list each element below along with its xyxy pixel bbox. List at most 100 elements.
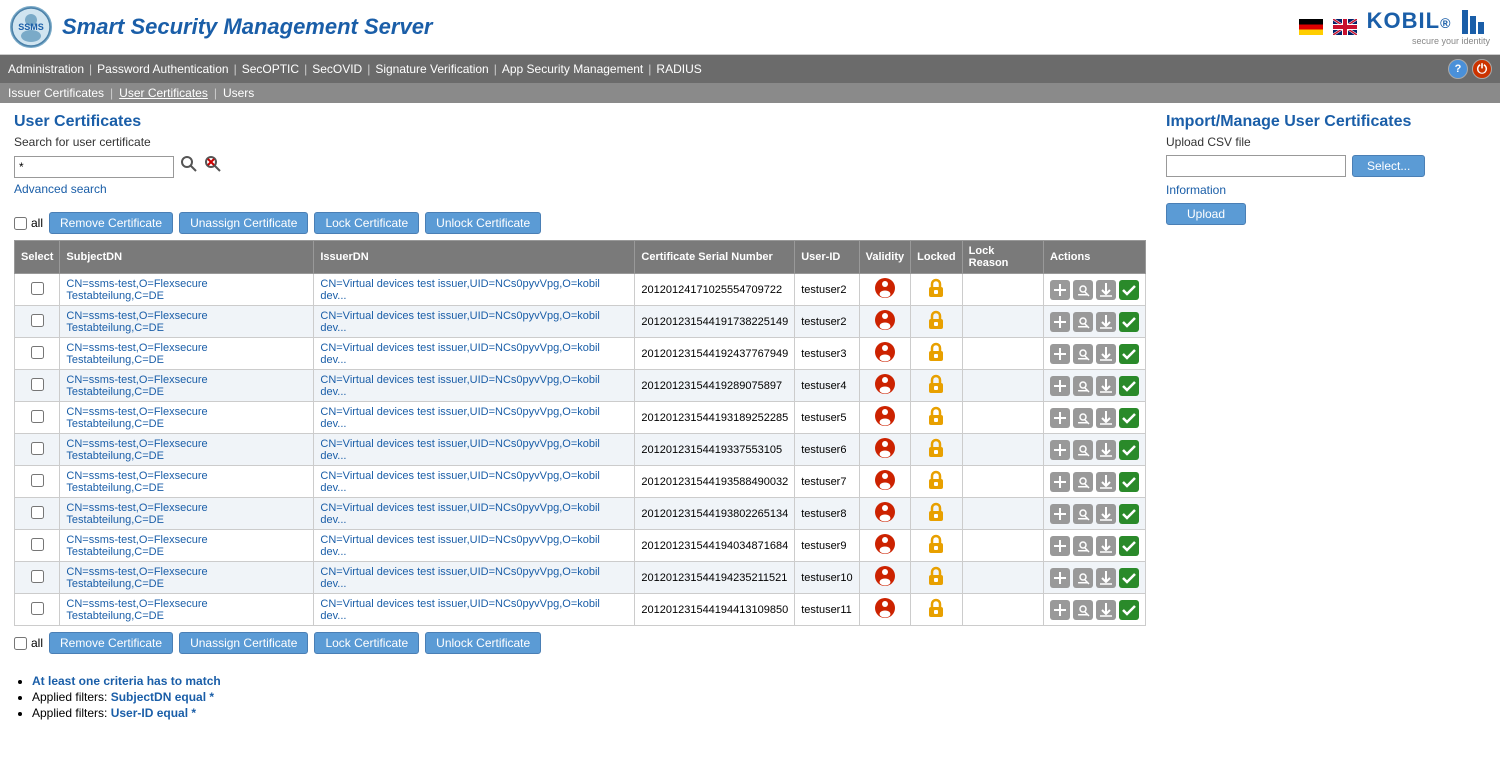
select-all-checkbox-bottom[interactable] [14,637,27,650]
download-action-icon[interactable] [1096,280,1116,300]
issuer-dn-link[interactable]: CN=Virtual devices test issuer,UID=NCs0p… [320,534,600,558]
power-icon[interactable]: ⏻ [1472,59,1492,79]
add-action-icon[interactable] [1050,408,1070,428]
issuer-dn-link[interactable]: CN=Virtual devices test issuer,UID=NCs0p… [320,406,600,430]
assign-action-icon[interactable] [1119,408,1139,428]
search-button[interactable] [180,155,198,178]
assign-action-icon[interactable] [1119,472,1139,492]
row-checkbox[interactable] [31,282,44,295]
download-action-icon[interactable] [1096,376,1116,396]
help-icon[interactable]: ? [1448,59,1468,79]
assign-action-icon[interactable] [1119,344,1139,364]
subject-dn-link[interactable]: CN=ssms-test,O=Flexsecure Testabteilung,… [66,406,207,430]
download-action-icon[interactable] [1096,344,1116,364]
nav-radius[interactable]: RADIUS [656,62,701,76]
nav-password-auth[interactable]: Password Authentication [97,62,228,76]
unassign-cert-button-bottom[interactable]: Unassign Certificate [179,632,308,654]
add-action-icon[interactable] [1050,472,1070,492]
issuer-dn-link[interactable]: CN=Virtual devices test issuer,UID=NCs0p… [320,566,600,590]
view-action-icon[interactable] [1073,568,1093,588]
unlock-cert-button-bottom[interactable]: Unlock Certificate [425,632,541,654]
nav-app-sec[interactable]: App Security Management [502,62,643,76]
information-link[interactable]: Information [1166,183,1226,197]
download-action-icon[interactable] [1096,408,1116,428]
row-checkbox[interactable] [31,314,44,327]
assign-action-icon[interactable] [1119,568,1139,588]
add-action-icon[interactable] [1050,440,1070,460]
issuer-dn-link[interactable]: CN=Virtual devices test issuer,UID=NCs0p… [320,278,600,302]
check-all-top[interactable]: all [14,216,43,230]
row-checkbox[interactable] [31,378,44,391]
file-path-input[interactable] [1166,155,1346,177]
view-action-icon[interactable] [1073,504,1093,524]
issuer-dn-link[interactable]: CN=Virtual devices test issuer,UID=NCs0p… [320,374,600,398]
add-action-icon[interactable] [1050,344,1070,364]
nav-secoptic[interactable]: SecOPTIC [242,62,299,76]
view-action-icon[interactable] [1073,472,1093,492]
subject-dn-link[interactable]: CN=ssms-test,O=Flexsecure Testabteilung,… [66,534,207,558]
download-action-icon[interactable] [1096,536,1116,556]
subject-dn-link[interactable]: CN=ssms-test,O=Flexsecure Testabteilung,… [66,598,207,622]
row-checkbox[interactable] [31,506,44,519]
nav-sig-verify[interactable]: Signature Verification [375,62,488,76]
check-all-bottom[interactable]: all [14,636,43,650]
download-action-icon[interactable] [1096,568,1116,588]
add-action-icon[interactable] [1050,280,1070,300]
remove-cert-button-top[interactable]: Remove Certificate [49,212,173,234]
row-checkbox[interactable] [31,346,44,359]
assign-action-icon[interactable] [1119,504,1139,524]
view-action-icon[interactable] [1073,280,1093,300]
unlock-cert-button-top[interactable]: Unlock Certificate [425,212,541,234]
issuer-dn-link[interactable]: CN=Virtual devices test issuer,UID=NCs0p… [320,342,600,366]
flag-uk-icon[interactable] [1333,19,1357,35]
subnav-users[interactable]: Users [223,86,254,100]
issuer-dn-link[interactable]: CN=Virtual devices test issuer,UID=NCs0p… [320,598,600,622]
add-action-icon[interactable] [1050,568,1070,588]
unassign-cert-button-top[interactable]: Unassign Certificate [179,212,308,234]
clear-search-button[interactable] [204,155,222,178]
view-action-icon[interactable] [1073,408,1093,428]
assign-action-icon[interactable] [1119,312,1139,332]
add-action-icon[interactable] [1050,504,1070,524]
subject-dn-link[interactable]: CN=ssms-test,O=Flexsecure Testabteilung,… [66,438,207,462]
view-action-icon[interactable] [1073,376,1093,396]
upload-button[interactable]: Upload [1166,203,1246,225]
subnav-issuer-certs[interactable]: Issuer Certificates [8,86,104,100]
select-file-button[interactable]: Select... [1352,155,1425,177]
view-action-icon[interactable] [1073,536,1093,556]
nav-administration[interactable]: Administration [8,62,84,76]
lock-cert-button-bottom[interactable]: Lock Certificate [314,632,419,654]
subject-dn-link[interactable]: CN=ssms-test,O=Flexsecure Testabteilung,… [66,374,207,398]
issuer-dn-link[interactable]: CN=Virtual devices test issuer,UID=NCs0p… [320,438,600,462]
subnav-user-certs[interactable]: User Certificates [119,86,208,100]
issuer-dn-link[interactable]: CN=Virtual devices test issuer,UID=NCs0p… [320,470,600,494]
assign-action-icon[interactable] [1119,376,1139,396]
view-action-icon[interactable] [1073,344,1093,364]
download-action-icon[interactable] [1096,504,1116,524]
row-checkbox[interactable] [31,602,44,615]
subject-dn-link[interactable]: CN=ssms-test,O=Flexsecure Testabteilung,… [66,470,207,494]
row-checkbox[interactable] [31,538,44,551]
assign-action-icon[interactable] [1119,440,1139,460]
subject-dn-link[interactable]: CN=ssms-test,O=Flexsecure Testabteilung,… [66,278,207,302]
download-action-icon[interactable] [1096,600,1116,620]
subject-dn-link[interactable]: CN=ssms-test,O=Flexsecure Testabteilung,… [66,502,207,526]
add-action-icon[interactable] [1050,600,1070,620]
assign-action-icon[interactable] [1119,280,1139,300]
issuer-dn-link[interactable]: CN=Virtual devices test issuer,UID=NCs0p… [320,502,600,526]
lock-cert-button-top[interactable]: Lock Certificate [314,212,419,234]
download-action-icon[interactable] [1096,472,1116,492]
row-checkbox[interactable] [31,410,44,423]
flag-de-icon[interactable] [1299,19,1323,35]
remove-cert-button-bottom[interactable]: Remove Certificate [49,632,173,654]
view-action-icon[interactable] [1073,440,1093,460]
view-action-icon[interactable] [1073,312,1093,332]
row-checkbox[interactable] [31,442,44,455]
select-all-checkbox-top[interactable] [14,217,27,230]
download-action-icon[interactable] [1096,312,1116,332]
advanced-search-link[interactable]: Advanced search [14,182,1146,196]
add-action-icon[interactable] [1050,312,1070,332]
download-action-icon[interactable] [1096,440,1116,460]
assign-action-icon[interactable] [1119,536,1139,556]
assign-action-icon[interactable] [1119,600,1139,620]
